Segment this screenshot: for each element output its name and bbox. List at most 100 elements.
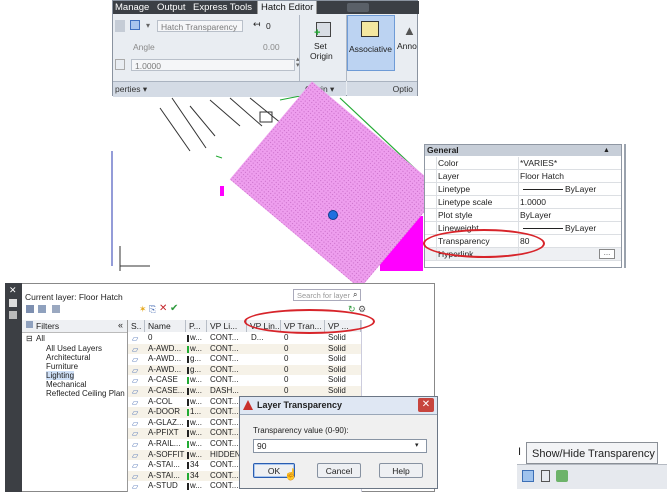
search-icon[interactable]: ⌕ <box>353 290 357 300</box>
column-vp-linetype[interactable]: VP Li... <box>207 320 247 332</box>
grip-point-icon[interactable] <box>328 210 338 220</box>
new-layer-icon[interactable]: ✶ <box>139 304 147 315</box>
layer-cell-vpli[interactable]: CONT... <box>210 418 238 429</box>
layer-cell-vptran[interactable]: 0 <box>284 375 288 386</box>
layer-row[interactable]: ▱ 0 w... CONT... D... 0 Solid <box>128 333 361 344</box>
workspace-switch-icon[interactable] <box>347 3 369 12</box>
tree-toggle-icon[interactable]: ⊟ <box>26 334 33 343</box>
show-hide-transparency-button[interactable] <box>522 470 534 482</box>
layer-cell-vpli[interactable]: CONT... <box>210 397 238 408</box>
layer-cell-vpli[interactable]: CONT... <box>210 375 238 386</box>
layer-cell-name[interactable]: A-STAI... <box>148 460 180 471</box>
layer-search-input[interactable]: Search for layer <box>293 289 361 301</box>
layer-cell-vpli[interactable]: HIDDEN <box>210 450 241 461</box>
layer-cell-vpli[interactable]: CONT... <box>210 365 238 376</box>
layer-color-swatch[interactable] <box>187 366 189 374</box>
dialog-title-bar[interactable]: Layer Transparency ✕ <box>240 397 437 415</box>
panel-options-label[interactable]: Optio <box>347 81 417 96</box>
property-value[interactable]: ByLayer <box>520 210 551 220</box>
property-value[interactable]: ByLayer <box>565 184 596 194</box>
layer-cell-vp[interactable]: Solid <box>328 354 346 365</box>
layer-cell-p[interactable]: w... <box>190 333 202 344</box>
property-value[interactable]: ByLayer <box>565 223 596 233</box>
delete-layer-icon[interactable]: ✕ <box>159 303 167 314</box>
layer-cell-p[interactable]: 1... <box>190 407 201 418</box>
layer-color-swatch[interactable] <box>187 483 189 491</box>
collapse-icon[interactable]: ▲ <box>603 145 610 156</box>
collapse-panel-icon[interactable]: « <box>118 320 123 330</box>
layer-cell-vpli[interactable]: CONT... <box>210 344 238 355</box>
layer-row[interactable]: ▱ A-CASE w... CONT... 0 Solid <box>128 375 361 386</box>
properties-icon[interactable] <box>9 311 17 319</box>
property-value[interactable]: 1.0000 <box>520 197 546 207</box>
layer-cell-p[interactable]: w... <box>190 397 202 408</box>
dropdown-arrow-icon[interactable]: ▾ <box>146 21 150 30</box>
ellipsis-button[interactable]: … <box>599 249 615 259</box>
transparency-combobox[interactable]: 90 ▾ <box>253 439 427 453</box>
layer-row[interactable]: ▱ A-CASE... w... DASH... 0 Solid <box>128 386 361 397</box>
chevron-down-icon[interactable]: ▾ <box>415 440 419 452</box>
layer-cell-name[interactable]: A-CASE... <box>148 386 184 397</box>
layer-color-swatch[interactable] <box>187 451 189 459</box>
layer-color-swatch[interactable] <box>187 377 189 385</box>
layer-cell-p[interactable]: g... <box>190 354 201 365</box>
section-header[interactable]: General ▲ <box>425 145 621 156</box>
column-name[interactable]: Name <box>145 320 186 332</box>
layer-row[interactable]: ▱ A-AWD... w... CONT... 0 Solid <box>128 343 361 355</box>
layer-cell-vptran[interactable]: 0 <box>284 365 288 376</box>
cancel-button[interactable]: Cancel <box>317 463 361 478</box>
palette-title-bar[interactable]: ✕ <box>5 283 22 492</box>
layer-color-swatch[interactable] <box>187 430 189 438</box>
layer-color-swatch[interactable] <box>187 462 189 470</box>
layer-cell-vp[interactable]: Solid <box>328 333 346 344</box>
layer-cell-name[interactable]: A-STUD <box>148 481 178 492</box>
layer-cell-vpli[interactable]: CONT... <box>210 407 238 418</box>
new-vp-frozen-layer-icon[interactable]: ⎘ <box>149 304 156 315</box>
column-p[interactable]: P... <box>186 320 207 332</box>
autohide-icon[interactable] <box>9 299 17 307</box>
layer-cell-p[interactable]: w... <box>190 418 202 429</box>
layer-cell-name[interactable]: A-DOOR <box>148 407 180 418</box>
layer-cell-vp[interactable]: Solid <box>328 386 346 397</box>
layer-color-swatch[interactable] <box>187 356 189 364</box>
layer-cell-vpli[interactable]: CONT... <box>210 471 238 482</box>
transparency-slider-icon[interactable]: ↤ <box>253 19 261 30</box>
layer-color-swatch[interactable] <box>187 409 189 417</box>
tab-hatch-editor[interactable]: Hatch Editor <box>257 1 318 14</box>
layer-cell-p[interactable]: g... <box>190 365 201 376</box>
layer-color-swatch[interactable] <box>187 472 189 480</box>
layer-cell-vpli[interactable]: CONT... <box>210 428 238 439</box>
tab-manage[interactable]: Manage <box>115 1 149 14</box>
tab-express-tools[interactable]: Express Tools <box>193 1 252 14</box>
layer-cell-p[interactable]: w... <box>190 450 202 461</box>
close-button[interactable]: ✕ <box>418 398 434 412</box>
layer-cell-vp[interactable]: Solid <box>328 375 346 386</box>
layer-color-swatch[interactable] <box>187 419 189 427</box>
property-row[interactable]: Layer Floor Hatch <box>425 170 621 183</box>
associative-button[interactable]: Associative <box>347 15 395 71</box>
layer-cell-vpli[interactable]: CONT... <box>210 354 238 365</box>
hatch-color-swatch-icon[interactable] <box>115 20 125 32</box>
layer-cell-p[interactable]: w... <box>190 375 202 386</box>
layer-cell-vplin[interactable]: D... <box>251 333 263 344</box>
layer-row[interactable]: ▱ A-AWD... g... CONT... 0 Solid <box>128 354 361 365</box>
layer-cell-vptran[interactable]: 0 <box>284 333 288 344</box>
layer-color-swatch[interactable] <box>187 441 189 448</box>
tree-item-lighting[interactable]: Lighting <box>46 371 75 380</box>
help-button[interactable]: Help <box>379 463 423 478</box>
layer-cell-vptran[interactable]: 0 <box>284 354 288 365</box>
layer-cell-p[interactable]: w... <box>190 428 202 439</box>
tree-item-mechanical[interactable]: Mechanical <box>46 380 86 389</box>
property-row[interactable]: Color *VARIES* <box>425 157 621 170</box>
layer-color-swatch[interactable] <box>187 335 189 342</box>
layer-cell-vptran[interactable]: 0 <box>284 386 288 397</box>
layer-cell-name[interactable]: A-CASE <box>148 375 178 386</box>
transparency-value[interactable]: 0 <box>266 21 271 31</box>
annotative-label[interactable]: Anno <box>397 41 417 51</box>
layer-cell-vpli[interactable]: CONT... <box>210 460 238 471</box>
scale-field[interactable]: 1.0000 <box>131 59 295 71</box>
layer-cell-name[interactable]: 0 <box>148 333 152 344</box>
layer-cell-p[interactable]: 34 <box>190 471 199 482</box>
set-current-icon[interactable]: ✔ <box>170 303 178 314</box>
layer-cell-p[interactable]: 34 <box>190 460 199 471</box>
